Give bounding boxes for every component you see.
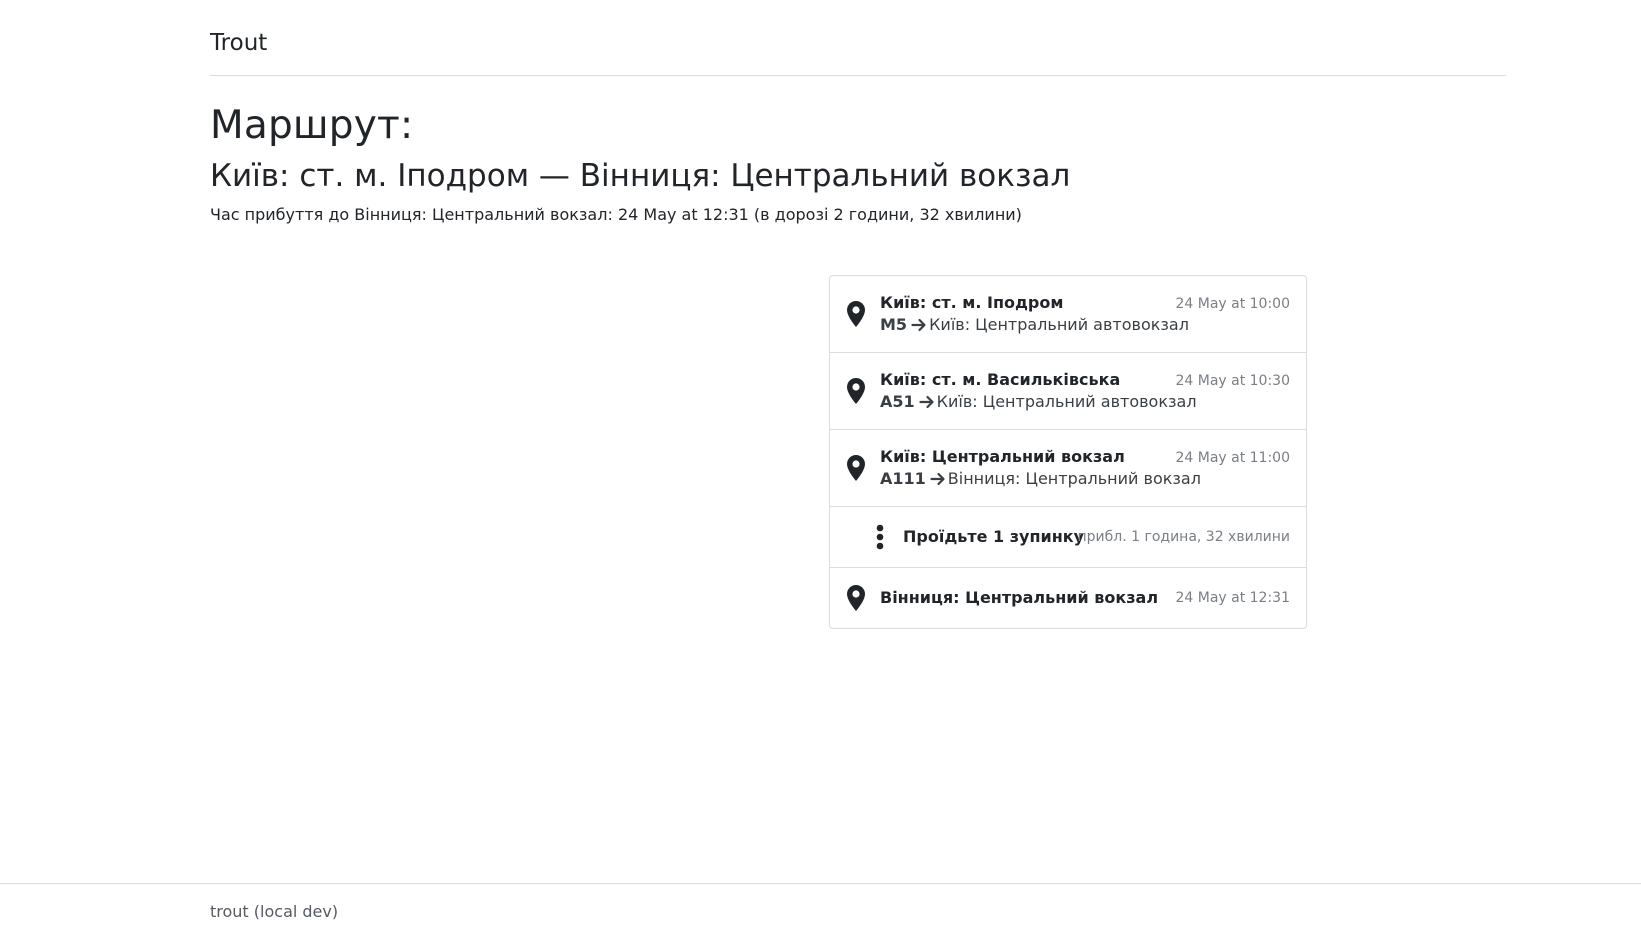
stop-name: Київ: ст. м. Іподром — [880, 293, 1064, 312]
step-time: 24 May at 10:30 — [1175, 373, 1290, 389]
stop-name: Вінниця: Центральний вокзал — [880, 588, 1159, 607]
header: Trout — [210, 0, 1506, 76]
map-pin-icon — [847, 378, 865, 404]
route-code: A111 — [880, 469, 926, 488]
map-pin-icon — [847, 301, 865, 327]
map-pin-icon — [847, 585, 865, 611]
arrow-right-icon — [911, 318, 926, 332]
brand-link[interactable]: Trout — [210, 27, 267, 59]
arrow-right-icon — [919, 395, 934, 409]
step-time: 24 May at 10:00 — [1175, 296, 1290, 312]
stop-name: Київ: Центральний вокзал — [880, 447, 1125, 466]
route-destination: Київ: Центральний автовокзал — [929, 315, 1189, 334]
footer: trout (local dev) — [0, 883, 1641, 935]
stop-name: Київ: ст. м. Васильківська — [880, 370, 1121, 389]
arrival-summary: Час прибуття до Вінниця: Центральний вок… — [210, 205, 1022, 224]
route-code: M5 — [880, 315, 908, 334]
step-time: 24 May at 12:31 — [1175, 590, 1290, 606]
route-step: Київ: ст. м. Васильківська A51 Київ: Цен… — [830, 353, 1306, 430]
pass-stops-text: Проїдьте 1 зупинку — [903, 527, 1085, 546]
page-title: Маршрут: — [210, 103, 414, 148]
route-title: Київ: ст. м. Іподром — Вінниця: Централь… — [210, 158, 1071, 194]
pass-duration: прибл. 1 година, 32 хвилини — [1077, 529, 1290, 545]
map-pin-icon — [847, 455, 865, 481]
route-steps-list: Київ: ст. м. Іподром M5 Київ: Центральни… — [829, 275, 1307, 629]
route-code: A51 — [880, 392, 915, 411]
arrow-right-icon — [930, 472, 945, 486]
route-destination: Вінниця: Центральний вокзал — [947, 469, 1201, 488]
route-step: Київ: Центральний вокзал A111 Вінниця: Ц… — [830, 430, 1306, 507]
route-line: A111 Вінниця: Центральний вокзал — [880, 468, 1201, 490]
route-line: A51 Київ: Центральний автовокзал — [880, 391, 1197, 413]
route-step: Київ: ст. м. Іподром M5 Київ: Центральни… — [830, 276, 1306, 353]
vertical-dots-icon — [876, 524, 884, 550]
route-destination: Київ: Центральний автовокзал — [936, 392, 1197, 411]
footer-text: trout (local dev) — [210, 902, 339, 921]
pass-stops-step: Проїдьте 1 зупинку прибл. 1 година, 32 х… — [830, 507, 1306, 568]
route-line: M5 Київ: Центральний автовокзал — [880, 314, 1189, 336]
page-container: Trout Маршрут: Київ: ст. м. Іподром — Ві… — [210, 0, 1506, 629]
final-stop-step: Вінниця: Центральний вокзал 24 May at 12… — [830, 568, 1306, 628]
step-time: 24 May at 11:00 — [1175, 450, 1290, 466]
